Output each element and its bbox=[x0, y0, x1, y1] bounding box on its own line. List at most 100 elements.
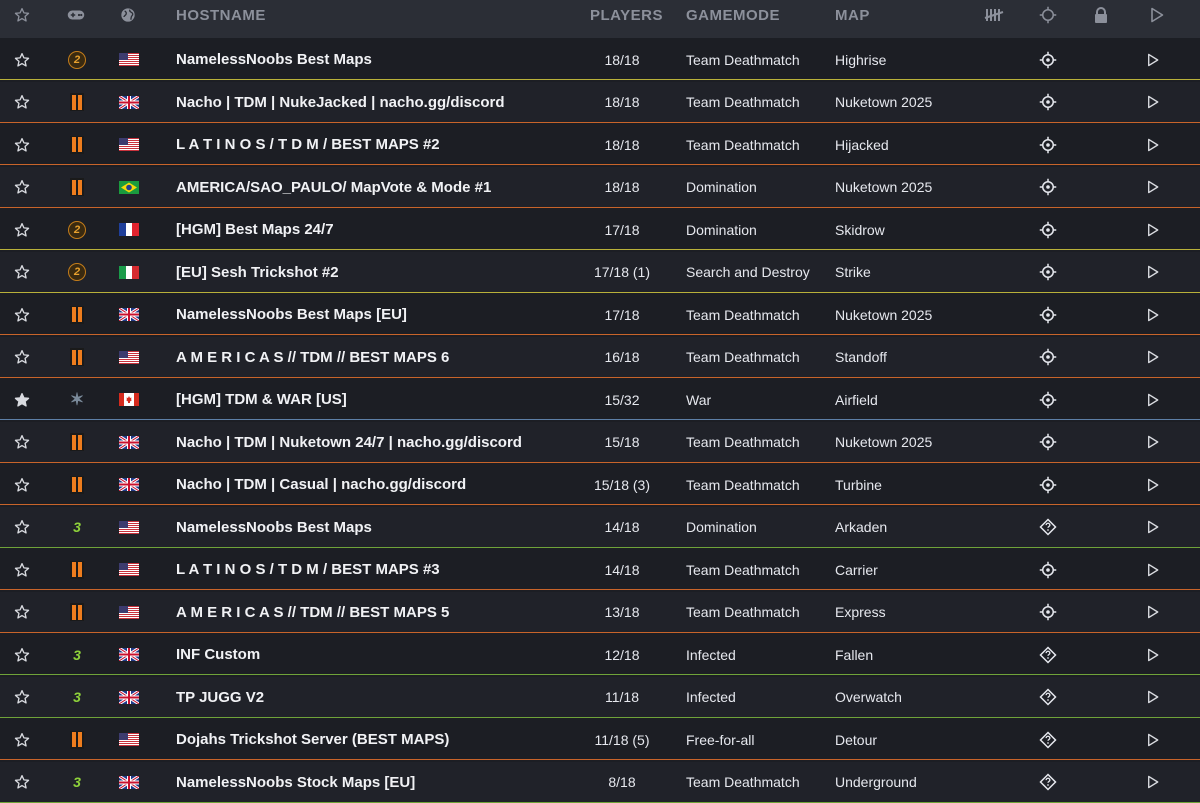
map-name: Hijacked bbox=[835, 136, 889, 153]
favorite-star-icon[interactable] bbox=[12, 719, 32, 760]
row-divider bbox=[0, 121, 1200, 123]
join-play-icon[interactable] bbox=[1145, 124, 1161, 165]
favorite-star-icon[interactable] bbox=[12, 82, 32, 123]
server-row[interactable]: Nacho | TDM | Casual | nacho.gg/discord 1… bbox=[0, 464, 1200, 505]
crosshair-icon[interactable] bbox=[1038, 422, 1058, 463]
region-cell bbox=[118, 422, 140, 463]
join-play-icon[interactable] bbox=[1145, 209, 1161, 250]
join-play-icon[interactable] bbox=[1145, 677, 1161, 718]
tally-column-header[interactable] bbox=[984, 0, 1004, 30]
server-row[interactable]: AMERICA/SAO_PAULO/ MapVote & Mode #1 18/1… bbox=[0, 166, 1200, 208]
favorite-star-icon[interactable] bbox=[12, 549, 32, 590]
server-row[interactable]: 2 NamelessNoobs Best Maps 18/18 Team Deathm… bbox=[0, 39, 1200, 80]
unknown-mode-icon[interactable] bbox=[1038, 719, 1058, 760]
favorite-star-icon[interactable] bbox=[12, 337, 32, 378]
crosshair-icon[interactable] bbox=[1038, 252, 1058, 293]
row-divider bbox=[0, 291, 1200, 293]
join-play-icon[interactable] bbox=[1145, 634, 1161, 675]
crosshair-icon[interactable] bbox=[1038, 39, 1058, 80]
server-row[interactable]: 3 NamelessNoobs Stock Maps [EU] 8/18 Team D… bbox=[0, 761, 1200, 803]
row-divider bbox=[0, 419, 1200, 420]
crosshair-icon[interactable] bbox=[1038, 549, 1058, 590]
region-cell bbox=[118, 634, 140, 675]
black-ops-game-icon bbox=[70, 93, 84, 111]
crosshair-icon[interactable] bbox=[1038, 464, 1058, 505]
join-play-icon[interactable] bbox=[1145, 337, 1161, 378]
crosshair-icon[interactable] bbox=[1038, 82, 1058, 123]
server-row[interactable]: L A T I N O S / T D M / BEST MAPS #3 14/1… bbox=[0, 549, 1200, 590]
hostname-column-header[interactable]: HOSTNAME bbox=[176, 0, 266, 30]
server-row[interactable]: 3 INF Custom 12/18 Infected Fallen bbox=[0, 634, 1200, 675]
server-row[interactable]: 2 [HGM] Best Maps 24/7 17/18 Domination Skid… bbox=[0, 209, 1200, 250]
favorite-star-icon[interactable] bbox=[12, 379, 32, 420]
server-row[interactable]: 3 NamelessNoobs Best Maps 14/18 Domination A… bbox=[0, 506, 1200, 548]
server-hostname: Nacho | TDM | Nuketown 24/7 | nacho.gg/d… bbox=[176, 433, 522, 451]
crosshair-icon[interactable] bbox=[1038, 379, 1058, 420]
game-mode: Search and Destroy bbox=[686, 264, 810, 280]
server-row[interactable]: 2 [EU] Sesh Trickshot #2 17/18 (1) Search a… bbox=[0, 251, 1200, 293]
favorite-star-icon[interactable] bbox=[12, 124, 32, 165]
server-row[interactable]: A M E R I C A S // TDM // BEST MAPS 5 13/… bbox=[0, 591, 1200, 633]
join-play-icon[interactable] bbox=[1145, 762, 1161, 803]
map-name: Turbine bbox=[835, 476, 882, 493]
row-divider bbox=[0, 759, 1200, 760]
crosshair-icon[interactable] bbox=[1038, 294, 1058, 335]
favorite-star-icon[interactable] bbox=[12, 507, 32, 548]
server-row[interactable]: Nacho | TDM | Nuketown 24/7 | nacho.gg/d… bbox=[0, 421, 1200, 463]
server-row[interactable]: Dojahs Trickshot Server (BEST MAPS) 11/18… bbox=[0, 719, 1200, 760]
join-play-icon[interactable] bbox=[1145, 167, 1161, 208]
unknown-mode-icon[interactable] bbox=[1038, 762, 1058, 803]
favorite-column-header[interactable] bbox=[12, 0, 32, 30]
server-row[interactable]: A M E R I C A S // TDM // BEST MAPS 6 16/… bbox=[0, 336, 1200, 378]
favorite-star-icon[interactable] bbox=[12, 762, 32, 803]
unknown-mode-icon[interactable] bbox=[1038, 677, 1058, 718]
gamemode-column-header[interactable]: GAMEMODE bbox=[686, 0, 780, 30]
crosshair-column-header[interactable] bbox=[1039, 0, 1057, 30]
black-ops-game-icon bbox=[70, 135, 84, 154]
join-play-icon[interactable] bbox=[1145, 294, 1161, 335]
server-row[interactable]: NamelessNoobs Best Maps [EU] 17/18 Team De… bbox=[0, 294, 1200, 335]
uk-flag-icon bbox=[119, 478, 139, 491]
favorite-star-icon[interactable] bbox=[12, 677, 32, 718]
join-play-icon[interactable] bbox=[1145, 82, 1161, 123]
map-name: Express bbox=[835, 604, 886, 620]
crosshair-icon[interactable] bbox=[1038, 592, 1058, 633]
play-column-header[interactable] bbox=[1149, 0, 1165, 30]
game-mode: Free-for-all bbox=[686, 731, 755, 748]
favorite-star-icon[interactable] bbox=[12, 294, 32, 335]
join-play-icon[interactable] bbox=[1145, 379, 1161, 420]
unknown-mode-icon[interactable] bbox=[1038, 634, 1058, 675]
favorite-star-icon[interactable] bbox=[12, 167, 32, 208]
game-column-header[interactable] bbox=[66, 0, 86, 30]
region-cell bbox=[118, 592, 140, 633]
crosshair-icon[interactable] bbox=[1038, 337, 1058, 378]
favorite-star-icon[interactable] bbox=[12, 252, 32, 293]
favorite-star-icon[interactable] bbox=[12, 634, 32, 675]
server-row[interactable]: 3 TP JUGG V2 11/18 Infected Overwatch bbox=[0, 676, 1200, 718]
crosshair-icon[interactable] bbox=[1038, 209, 1058, 250]
favorite-star-icon[interactable] bbox=[12, 39, 32, 80]
favorite-star-icon[interactable] bbox=[12, 592, 32, 633]
join-play-icon[interactable] bbox=[1145, 719, 1161, 760]
join-play-icon[interactable] bbox=[1145, 549, 1161, 590]
region-cell bbox=[118, 464, 140, 505]
join-play-icon[interactable] bbox=[1145, 507, 1161, 548]
lock-column-header[interactable] bbox=[1094, 0, 1108, 30]
join-play-icon[interactable] bbox=[1145, 422, 1161, 463]
region-column-header[interactable] bbox=[119, 0, 137, 30]
join-play-icon[interactable] bbox=[1145, 252, 1161, 293]
server-row[interactable]: Nacho | TDM | NukeJacked | nacho.gg/disc… bbox=[0, 81, 1200, 123]
favorite-star-icon[interactable] bbox=[12, 209, 32, 250]
server-row[interactable]: L A T I N O S / T D M / BEST MAPS #2 18/1… bbox=[0, 124, 1200, 165]
crosshair-icon[interactable] bbox=[1038, 167, 1058, 208]
favorite-star-icon[interactable] bbox=[12, 464, 32, 505]
map-column-header[interactable]: MAP bbox=[835, 0, 870, 30]
join-play-icon[interactable] bbox=[1145, 592, 1161, 633]
join-play-icon[interactable] bbox=[1145, 39, 1161, 80]
join-play-icon[interactable] bbox=[1145, 464, 1161, 505]
unknown-mode-icon[interactable] bbox=[1038, 507, 1058, 548]
players-column-header[interactable]: PLAYERS bbox=[590, 0, 663, 30]
crosshair-icon[interactable] bbox=[1038, 124, 1058, 165]
favorite-star-icon[interactable] bbox=[12, 422, 32, 463]
server-row[interactable]: ✶ [HGM] TDM & WAR [US] 15/32 War Airfield bbox=[0, 379, 1200, 420]
